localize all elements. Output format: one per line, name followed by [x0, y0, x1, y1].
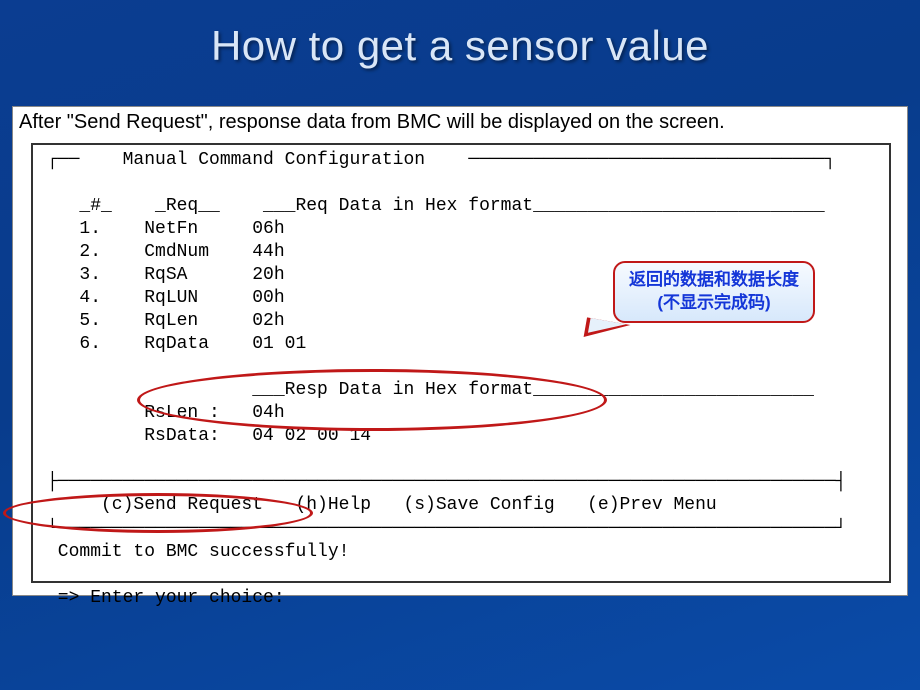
menu-top-border: ├───────────────────────────────────────…	[33, 471, 889, 494]
highlight-commit-oval	[3, 493, 313, 533]
choice-prompt: => Enter your choice:	[33, 587, 889, 610]
content-panel: After "Send Request", response data from…	[12, 106, 908, 596]
blank-row-3	[33, 448, 889, 471]
column-headers: _#_ _Req__ ___Req Data in Hex format____…	[33, 195, 889, 218]
response-callout: 返回的数据和数据长度 (不显示完成码)	[613, 261, 815, 323]
req-row-6: 6. RqData 01 01	[33, 333, 889, 356]
intro-text: After "Send Request", response data from…	[13, 107, 907, 140]
highlight-response-oval	[137, 369, 607, 431]
resp-data: RsData: 04 02 00 14	[33, 425, 889, 448]
blank-row-4	[33, 564, 889, 587]
callout-line-1: 返回的数据和数据长度	[629, 269, 799, 292]
callout-line-2: (不显示完成码)	[629, 292, 799, 315]
config-title: ┌── Manual Command Configuration ───────…	[33, 145, 889, 172]
req-row-1: 1. NetFn 06h	[33, 218, 889, 241]
blank-row	[33, 172, 889, 195]
slide-title: How to get a sensor value	[0, 0, 920, 70]
terminal-box: ┌── Manual Command Configuration ───────…	[31, 143, 891, 583]
commit-message: Commit to BMC successfully!	[33, 541, 889, 564]
